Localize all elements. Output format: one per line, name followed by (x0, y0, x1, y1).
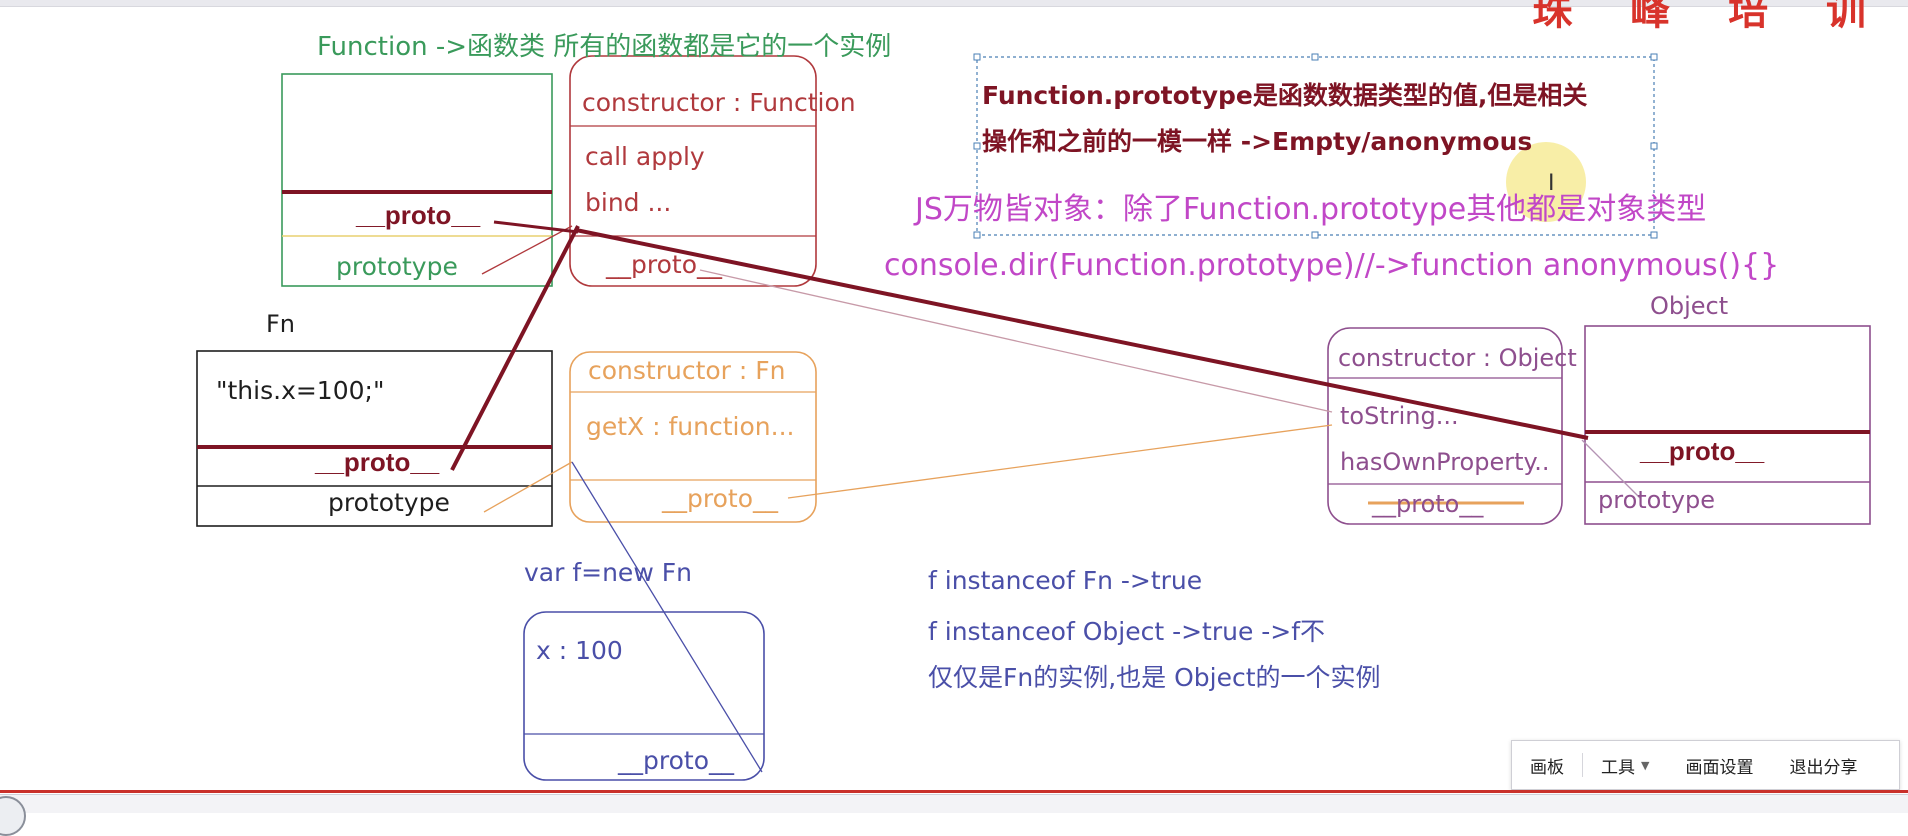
note-line2: 操作和之前的一模一样 ->Empty/anonymous (982, 127, 1533, 156)
function-prototype-methods-line1: call apply (585, 142, 705, 171)
fn-prototype-method: getX : function... (586, 412, 795, 441)
function-prototype-methods-line2: bind ... (585, 188, 672, 217)
object-class-prototype-label: prototype (1598, 486, 1715, 514)
function-prototype-constructor: constructor : Function (582, 88, 856, 117)
toolbar-whiteboard-button[interactable]: 画板 (1512, 741, 1582, 789)
fn-prototype-constructor: constructor : Fn (588, 356, 786, 385)
object-prototype-proto-label: __proto__ (1372, 490, 1484, 518)
bottom-status-bar (0, 794, 1908, 813)
note-line1: Function.prototype是函数数据类型的值,但是相关 (982, 81, 1588, 110)
fn-class-body: "this.x=100;" (216, 376, 385, 405)
object-prototype-method1: toString... (1340, 402, 1459, 430)
object-class-proto-label: __proto__ (1640, 436, 1765, 466)
fn-class-prototype-label: prototype (328, 488, 450, 517)
object-prototype-constructor: constructor : Object (1338, 344, 1577, 372)
function-prototype-proto-label: __proto__ (606, 250, 722, 279)
toolbar-exit-share-label: 退出分享 (1789, 757, 1858, 778)
instance-prop: x : 100 (536, 636, 623, 665)
fn-prototype-proto-label: __proto__ (662, 484, 778, 513)
function-class-proto-label: __proto__ (356, 200, 481, 230)
bottom-accent-line (0, 790, 1908, 793)
chevron-down-icon: ▼ (1641, 758, 1650, 772)
instance-proto-label: __proto__ (618, 746, 734, 775)
fn-class-proto-label: __proto__ (315, 447, 440, 477)
blue-note-line1: f instanceof Fn ->true (928, 566, 1203, 595)
pink-note-line2: console.dir(Function.prototype)//->funct… (884, 248, 1780, 283)
fn-class-name: Fn (266, 310, 296, 338)
floating-toolbar: 画板 工具 ▼ 画面设置 退出分享 (1511, 740, 1900, 790)
function-class-prototype-label: prototype (336, 252, 458, 281)
toolbar-screen-settings-button[interactable]: 画面设置 (1667, 741, 1771, 789)
object-class-name: Object (1650, 292, 1729, 320)
toolbar-whiteboard-label: 画板 (1530, 757, 1564, 778)
object-prototype-method2: hasOwnProperty.. (1340, 448, 1550, 476)
toolbar-exit-share-button[interactable]: 退出分享 (1771, 741, 1875, 789)
toolbar-tools-button[interactable]: 工具 ▼ (1583, 741, 1667, 789)
toolbar-screen-settings-label: 画面设置 (1685, 757, 1754, 778)
function-class-caption: Function ->函数类 所有的函数都是它的一个实例 (317, 32, 892, 62)
blue-note-line2: f instanceof Object ->true ->f不 (928, 617, 1326, 646)
blue-note-line3: 仅仅是Fn的实例,也是 Object的一个实例 (928, 663, 1381, 692)
toolbar-tools-label: 工具 (1601, 757, 1635, 778)
pink-note-line1: JS万物皆对象：除了Function.prototype其他都是对象类型 (915, 192, 1707, 227)
instance-caption: var f=new Fn (524, 558, 692, 587)
